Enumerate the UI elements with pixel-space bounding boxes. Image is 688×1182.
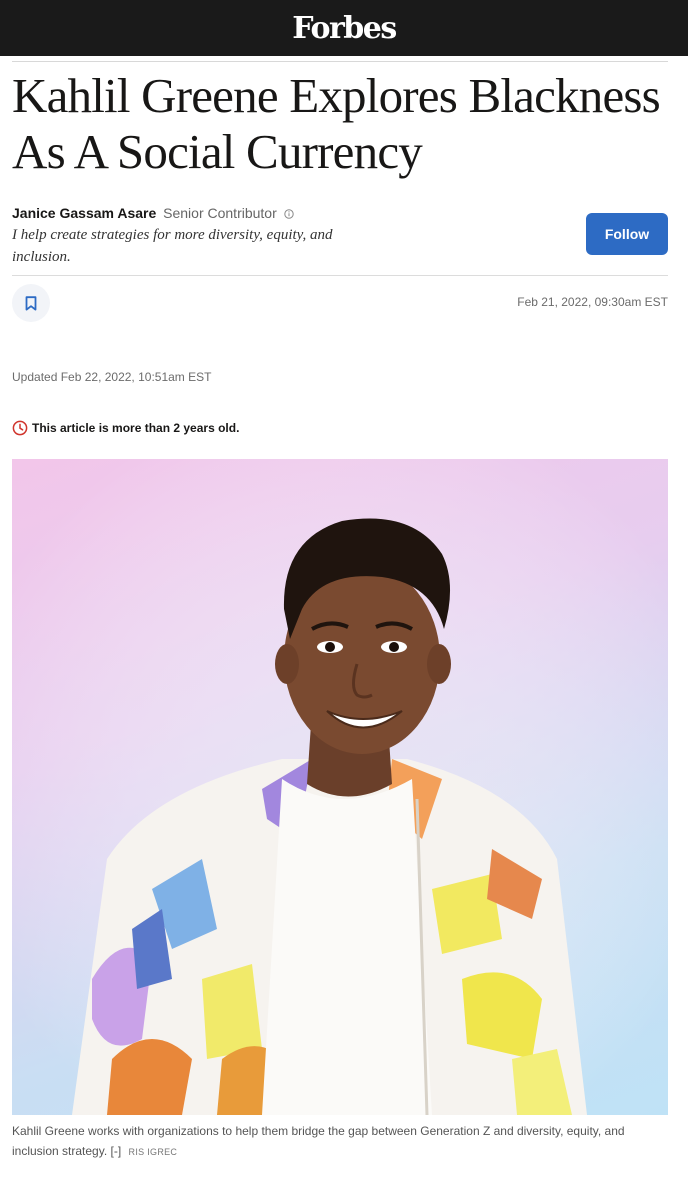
- updated-date: Updated Feb 22, 2022, 10:51am EST: [12, 370, 212, 384]
- hero-image: [12, 459, 668, 1115]
- caption-toggle[interactable]: [-]: [111, 1144, 122, 1158]
- author-bio: I help create strategies for more divers…: [12, 227, 333, 265]
- info-icon[interactable]: [283, 205, 294, 219]
- image-caption: Kahlil Greene works with organizations t…: [12, 1121, 652, 1162]
- caption-text: Kahlil Greene works with organizations t…: [12, 1124, 625, 1158]
- article-title: Kahlil Greene Explores Blackness As A So…: [12, 68, 661, 179]
- bookmark-icon: [25, 295, 37, 310]
- portrait-illustration: [12, 459, 668, 1115]
- forbes-logo[interactable]: Forbes: [292, 11, 397, 46]
- image-credit: RIS IGREC: [128, 1147, 178, 1157]
- publish-date: Feb 21, 2022, 09:30am EST: [517, 295, 668, 309]
- article-age-text: This article is more than 2 years old.: [32, 421, 240, 435]
- save-article-button[interactable]: [12, 284, 50, 322]
- author-name-link[interactable]: Janice Gassam Asare: [12, 205, 156, 221]
- site-header: Forbes: [0, 0, 688, 56]
- header-divider: [12, 61, 668, 62]
- clock-icon: [12, 420, 28, 436]
- follow-button[interactable]: Follow: [586, 213, 668, 255]
- author-role: Senior Contributor: [163, 205, 277, 221]
- byline-divider: [12, 275, 668, 276]
- author-line: Janice Gassam Asare Senior Contributor: [12, 204, 294, 222]
- article-age-notice: This article is more than 2 years old.: [12, 420, 239, 436]
